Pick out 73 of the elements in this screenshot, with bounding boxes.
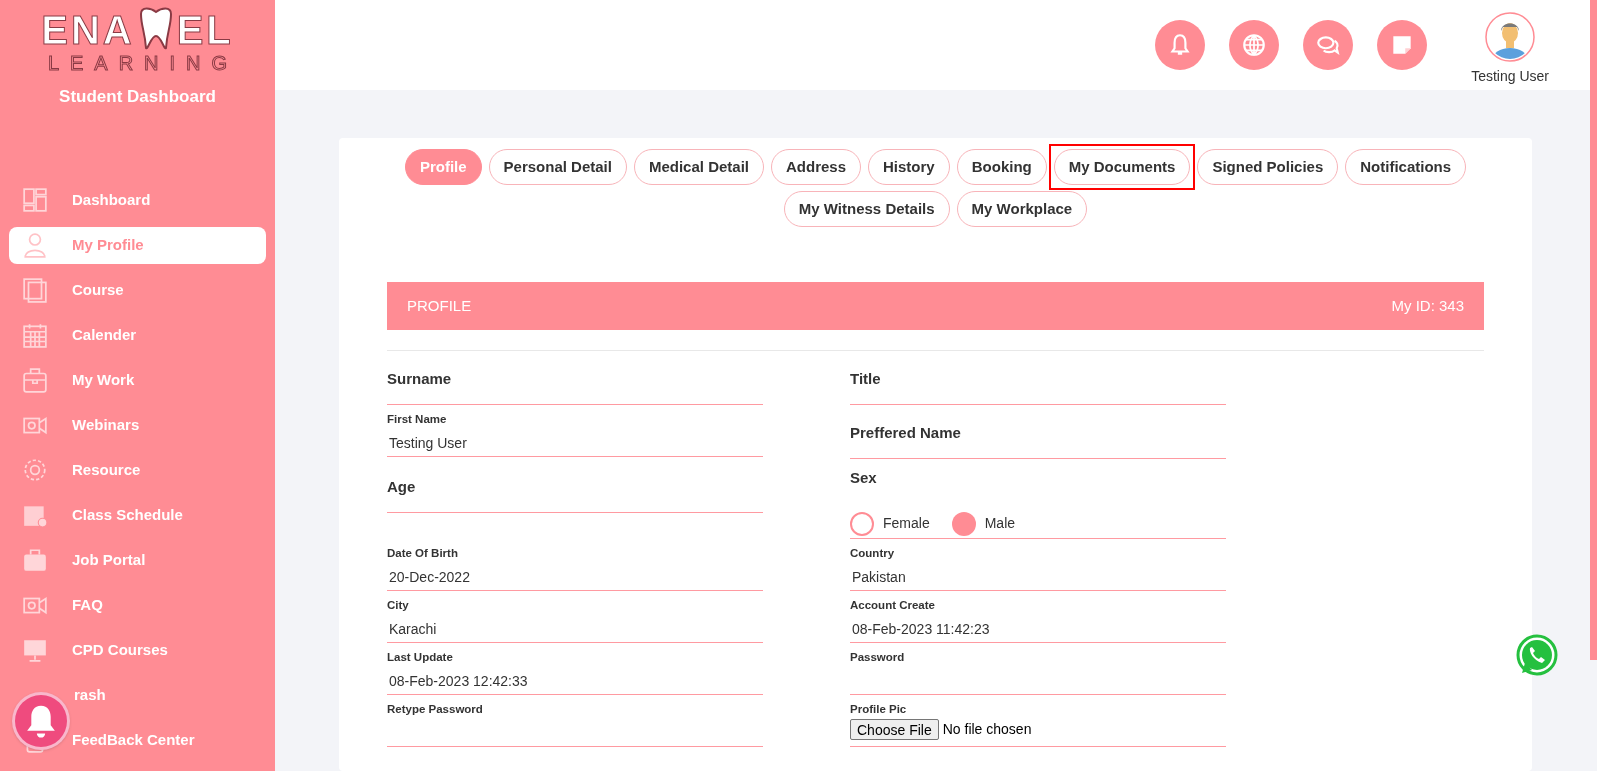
field-label: Sex [850, 468, 878, 488]
messages-button[interactable] [1303, 20, 1354, 70]
tab[interactable]: My Workplace [956, 191, 1088, 227]
field-label: First Name [387, 412, 448, 427]
tab[interactable]: History [868, 149, 950, 185]
logo-text: EL [176, 10, 234, 50]
field-value: 08-Feb-2023 11:42:23 [851, 620, 991, 640]
notifications-button[interactable] [1155, 20, 1206, 70]
field-label: Title [850, 369, 881, 390]
field-label: City [387, 598, 410, 613]
field-value: Pakistan [851, 568, 907, 588]
notification-button[interactable] [12, 692, 70, 750]
tab[interactable]: My Witness Details [783, 191, 950, 227]
radio-button[interactable] [951, 511, 976, 536]
tab[interactable]: Profile [404, 149, 482, 185]
field-label: Age [387, 477, 416, 498]
field-label: Profile Pic [850, 702, 908, 717]
scrollbar[interactable] [1590, 0, 1597, 660]
language-button[interactable] [1229, 20, 1280, 70]
radio-button[interactable] [850, 511, 874, 536]
sidebar-title: Student Dashboard [59, 86, 216, 108]
sidebar-item[interactable]: FAQ [9, 586, 266, 624]
sidebar-item[interactable]: Class Schedule [9, 496, 266, 534]
user-name: Testing User [1471, 66, 1549, 86]
tab[interactable]: Notifications [1345, 149, 1467, 185]
calendar-icon [22, 322, 48, 348]
file-status: No file chosen [942, 720, 1032, 740]
radio-label: Female [883, 514, 930, 533]
pages-icon [22, 277, 48, 303]
field-value: 20-Dec-2022 [388, 568, 471, 588]
sidebar-item[interactable]: My Work [9, 361, 266, 399]
globe-icon [1241, 32, 1268, 58]
sidebar-item[interactable]: rash [9, 676, 266, 714]
field-label: Last Update [387, 650, 454, 665]
sidebar-item[interactable]: Job Portal [9, 541, 266, 579]
tab[interactable]: My Documents [1053, 149, 1191, 185]
dashboard-icon [22, 187, 48, 213]
logo-subtitle: LEARNING [46, 52, 239, 74]
monitor-icon [22, 637, 48, 663]
sidebar-item[interactable]: Calender [9, 316, 266, 354]
field-label: Country [850, 546, 896, 561]
field-label: Retype Password [387, 702, 484, 717]
sidebar-item[interactable]: Dashboard [9, 181, 266, 219]
sidebar-item[interactable]: My Profile [9, 226, 266, 264]
notes-button[interactable] [1377, 20, 1428, 70]
avatar-icon[interactable] [1485, 11, 1536, 62]
field-label: Account Create [850, 598, 936, 613]
briefcase-icon [22, 547, 48, 573]
tab[interactable]: Personal Detail [488, 149, 627, 185]
tab[interactable]: Signed Policies [1197, 149, 1339, 185]
bell-icon [24, 703, 58, 739]
field-label: Date Of Birth [387, 546, 459, 561]
tab[interactable]: Address [771, 149, 862, 185]
field-value: Testing User [388, 434, 468, 454]
field-label: Password [850, 650, 906, 665]
banner-title: PROFILE [407, 295, 472, 316]
radio-label: Male [984, 514, 1016, 533]
field-value: 08-Feb-2023 12:42:33 [388, 672, 529, 692]
field-label: Preffered Name [850, 423, 961, 444]
field-label: Surname [387, 369, 452, 390]
field-value: Karachi [388, 620, 438, 640]
choose-file-button[interactable]: Choose File [850, 719, 939, 741]
sidebar-item[interactable]: Webinars [9, 406, 266, 444]
sidebar-item[interactable]: Resource [9, 451, 266, 489]
person-icon [22, 232, 48, 258]
bag-icon [22, 367, 48, 393]
member-id: My ID: 343 [1391, 295, 1464, 316]
sidebar-item[interactable]: CPD Courses [9, 631, 266, 669]
tab[interactable]: Booking [956, 149, 1047, 185]
logo-text: ENA [41, 10, 135, 50]
sidebar-item[interactable]: Course [9, 271, 266, 309]
tab[interactable]: Medical Detail [633, 149, 764, 185]
gear-icon [22, 457, 48, 483]
